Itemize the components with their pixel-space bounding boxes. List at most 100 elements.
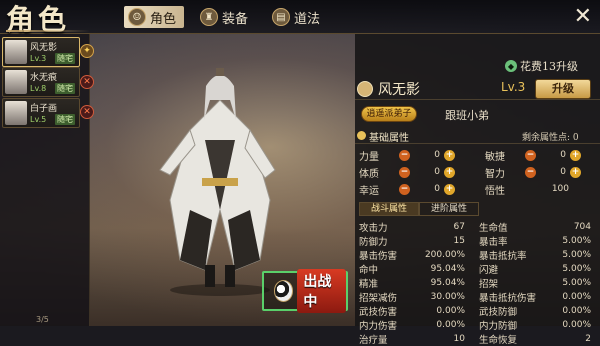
name-row: 风无影 Lv.3 升级	[355, 78, 600, 100]
attr-label: 体质	[359, 168, 379, 180]
stat-value: 5.00%	[562, 264, 591, 274]
upgrade-button[interactable]: 升级	[535, 79, 591, 99]
attr-value: 0	[434, 184, 440, 194]
stat-label: 暴击抵抗伤害	[479, 293, 537, 304]
remove-icon[interactable]: ✕	[80, 75, 94, 89]
character-name: 风无影	[378, 82, 420, 98]
stat-label: 攻击力	[359, 223, 388, 234]
hero-portrait	[5, 70, 27, 94]
attr-row: 力量 − 0 +	[359, 148, 455, 163]
hero-roster: 风无影 Lv.3 随宅 ✦ 水无痕 Lv.8 随宅 ✕ 白子画 Lv.5 随宅 …	[0, 34, 94, 326]
plus-icon[interactable]: +	[570, 166, 581, 178]
tab-label: 角色	[150, 11, 177, 27]
hero-name: 白子画	[30, 104, 58, 114]
plus-icon[interactable]: +	[570, 149, 581, 161]
stat-label: 内力防御	[479, 321, 518, 332]
armor-icon: ♜	[200, 8, 218, 26]
plus-icon[interactable]: +	[444, 166, 455, 178]
plus-icon[interactable]: +	[444, 149, 455, 161]
stat-value: 30.00%	[430, 292, 465, 302]
attr-label: 力量	[359, 151, 379, 163]
top-bar: 角色 ☺ 角色 ♜ 装备 ▤ 道法 ✕	[0, 0, 600, 36]
tab-advanced-attributes[interactable]: 进阶属性	[419, 202, 479, 216]
minus-icon[interactable]: −	[399, 166, 410, 178]
deploy-label: 出战中	[297, 269, 346, 313]
deploy-button[interactable]: 出战中	[262, 269, 348, 313]
stat-row: 武技伤害 0.00% 武技防御 0.00%	[359, 304, 597, 318]
stat-value: 704	[573, 222, 591, 232]
page-title: 角色	[6, 3, 71, 36]
hero-tag: 随宅	[55, 114, 75, 125]
stat-row: 治疗量 10 生命恢复 2	[359, 332, 597, 346]
sect-badge: 逍遥派弟子	[361, 106, 417, 122]
person-icon: ☺	[128, 8, 146, 26]
stat-label: 闪避	[479, 265, 499, 276]
stat-row: 内力伤害 0.00% 内力防御 0.00%	[359, 318, 597, 332]
stat-label: 治疗量	[359, 335, 388, 346]
attr-label: 悟性	[485, 185, 505, 197]
hero-tag: 随宅	[55, 83, 75, 94]
stat-row: 招架减伤 30.00% 暴击抵抗伤害 0.00%	[359, 290, 597, 304]
stat-value: 5.00%	[562, 250, 591, 260]
stat-label: 武技防御	[479, 307, 518, 318]
stat-value: 95.04%	[430, 264, 465, 274]
attr-row: 体质 − 0 +	[359, 165, 455, 180]
minus-icon[interactable]: −	[525, 166, 536, 178]
title-underline	[6, 30, 90, 32]
roster-count: 3/5	[36, 315, 49, 324]
stat-label: 招架减伤	[359, 293, 398, 304]
tab-character[interactable]: ☺ 角色	[124, 6, 185, 28]
remove-icon[interactable]: ✕	[80, 105, 94, 119]
stat-value: 5.00%	[562, 278, 591, 288]
book-icon: ▤	[272, 8, 290, 26]
attr-value: 100	[551, 184, 569, 194]
stat-value: 200.00%	[424, 250, 465, 260]
hero-name: 水无痕	[30, 73, 58, 83]
hero-card[interactable]: 水无痕 Lv.8 随宅	[2, 67, 80, 97]
stat-label: 防御力	[359, 237, 388, 248]
stat-value: 0.00%	[562, 320, 591, 330]
upgrade-cost-text: 花费13升级	[520, 60, 578, 73]
stat-label: 内力伤害	[359, 321, 398, 332]
hero-card[interactable]: 风无影 Lv.3 随宅	[2, 37, 80, 67]
bag-icon[interactable]: ✦	[80, 44, 94, 58]
sect-emblem-icon	[357, 81, 373, 97]
close-button[interactable]: ✕	[574, 4, 592, 29]
stat-label: 暴击伤害	[359, 251, 398, 262]
stat-label: 生命恢复	[479, 335, 518, 346]
stat-value: 67	[453, 222, 465, 232]
stat-value: 5.00%	[562, 236, 591, 246]
stat-row: 攻击力 67 生命值 704	[359, 220, 597, 234]
attribute-subtabs: 战斗属性 进阶属性	[359, 202, 595, 216]
minus-icon[interactable]: −	[399, 183, 410, 195]
section-pip-icon	[357, 131, 366, 140]
stat-value: 0.00%	[436, 306, 465, 316]
tab-label: 道法	[294, 11, 321, 27]
remaining-points: 剩余属性点: 0	[522, 133, 579, 143]
basic-attributes-header: 基础属性 剩余属性点: 0	[355, 128, 600, 144]
stat-row: 命中 95.04% 闪避 5.00%	[359, 262, 597, 276]
hero-card[interactable]: 白子画 Lv.5 随宅	[2, 98, 80, 128]
hero-tag: 随宅	[55, 53, 75, 64]
minus-icon[interactable]: −	[399, 149, 410, 161]
attr-label: 幸运	[359, 185, 379, 197]
attr-label: 智力	[485, 168, 505, 180]
attr-label: 敏捷	[485, 151, 505, 163]
stat-row: 精准 95.04% 招架 5.00%	[359, 276, 597, 290]
tab-label: 装备	[222, 11, 249, 27]
hero-name: 风无影	[30, 43, 58, 53]
stat-value: 0.00%	[562, 306, 591, 316]
plus-icon[interactable]: +	[444, 183, 455, 195]
tab-skills[interactable]: ▤ 道法	[268, 6, 328, 28]
stat-label: 暴击率	[479, 237, 508, 248]
attribute-panel: ◆ 花费13升级 风无影 Lv.3 升级 逍遥派弟子 跟班小弟 基础属性 剩余属…	[355, 34, 600, 346]
minus-icon[interactable]: −	[525, 149, 536, 161]
attr-row: 智力 − 0 +	[485, 165, 581, 180]
hero-level: Lv.8	[30, 84, 47, 93]
stat-value: 95.04%	[430, 278, 465, 288]
hero-portrait	[5, 40, 27, 64]
tab-combat-attributes[interactable]: 战斗属性	[359, 202, 419, 216]
attr-value: 0	[434, 167, 440, 177]
tab-equipment[interactable]: ♜ 装备	[196, 6, 256, 28]
hero-level: Lv.5	[30, 115, 47, 124]
